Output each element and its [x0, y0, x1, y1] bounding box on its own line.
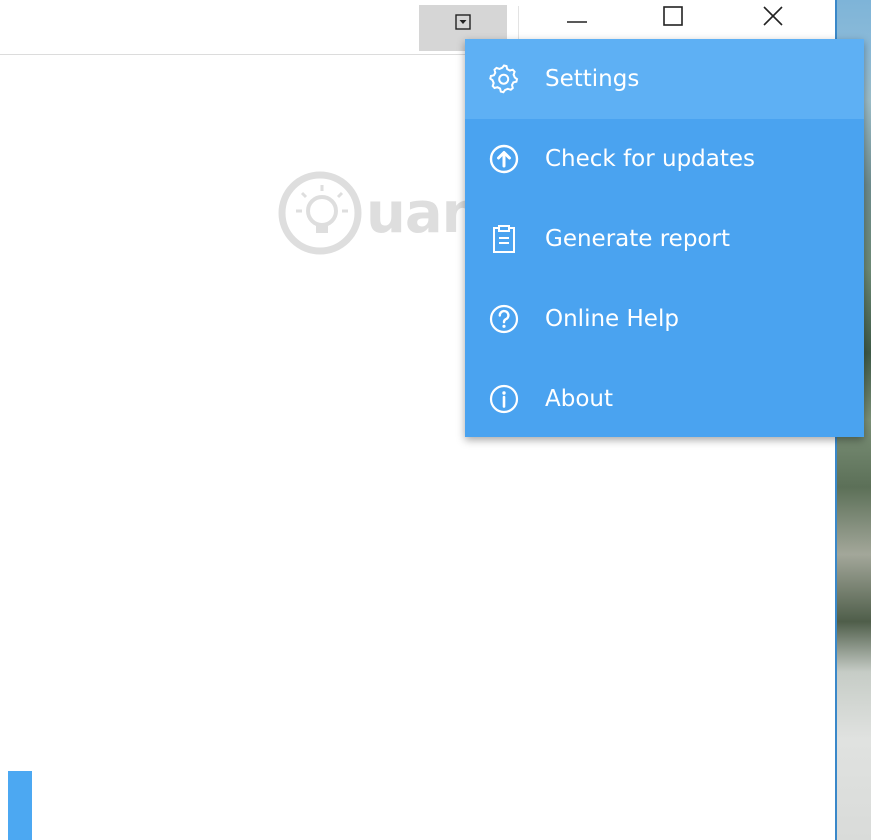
gear-icon	[488, 63, 520, 95]
info-icon	[488, 383, 520, 415]
menu-item-label: Check for updates	[545, 146, 756, 172]
lightbulb-icon	[278, 171, 362, 255]
maximize-icon	[663, 6, 683, 26]
help-icon	[488, 303, 520, 335]
menu-item-about[interactable]: About	[465, 359, 864, 439]
menu-item-label: Online Help	[545, 306, 679, 332]
left-accent-bar	[8, 771, 32, 840]
close-icon	[763, 6, 783, 26]
dropdown-menu: Settings Check for updates Generate repo…	[465, 39, 864, 437]
dropdown-arrow-icon	[455, 14, 471, 30]
report-icon	[488, 223, 520, 255]
menu-item-label: About	[545, 386, 614, 412]
menu-item-settings[interactable]: Settings	[465, 39, 864, 119]
menu-item-label: Generate report	[545, 226, 730, 252]
menu-item-label: Settings	[545, 66, 640, 92]
menu-item-online-help[interactable]: Online Help	[465, 279, 864, 359]
menu-item-check-for-updates[interactable]: Check for updates	[465, 119, 864, 199]
upload-arrow-icon	[488, 143, 520, 175]
menu-item-generate-report[interactable]: Generate report	[465, 199, 864, 279]
minimize-icon	[567, 21, 587, 23]
